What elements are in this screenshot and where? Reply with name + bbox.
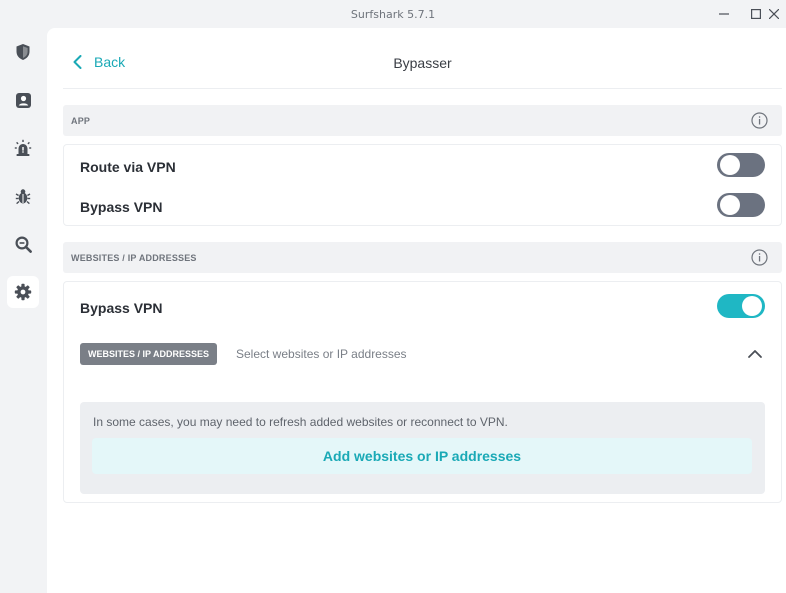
title-bar: Surfshark 5.7.1	[0, 0, 786, 28]
chevron-up-icon[interactable]	[747, 346, 763, 362]
sidebar	[0, 28, 47, 593]
route-via-vpn-label: Route via VPN	[80, 159, 176, 175]
gear-icon	[14, 283, 32, 301]
websites-type-chip[interactable]: WEBSITES / IP ADDRESSES	[80, 343, 218, 365]
info-icon[interactable]	[751, 249, 768, 266]
toggle-knob	[720, 195, 740, 215]
page-title: Bypasser	[393, 55, 452, 71]
shield-icon	[16, 44, 30, 60]
window-title: Surfshark 5.7.1	[350, 8, 436, 21]
close-button[interactable]	[764, 4, 784, 24]
websites-select-input[interactable]	[236, 345, 716, 363]
app-section-header: APP	[63, 105, 782, 136]
app-bypass-vpn-label: Bypass VPN	[80, 199, 163, 215]
sidebar-item-vpn[interactable]	[7, 36, 39, 68]
sidebar-item-settings[interactable]	[7, 276, 39, 308]
sidebar-item-alert[interactable]	[7, 132, 39, 164]
add-websites-button[interactable]: Add websites or IP addresses	[92, 438, 752, 474]
page-header: Back Bypasser	[63, 28, 782, 89]
websites-section-label: WEBSITES / IP ADDRESSES	[71, 253, 197, 263]
route-via-vpn-toggle[interactable]	[717, 153, 765, 177]
app-section-label: APP	[71, 116, 91, 126]
main-panel: Back Bypasser APP Route via VPN Bypass V…	[47, 28, 786, 593]
websites-bypass-vpn-toggle[interactable]	[717, 294, 765, 318]
sidebar-item-search[interactable]	[7, 228, 39, 260]
toggle-knob	[742, 296, 762, 316]
maximize-icon	[751, 9, 761, 19]
websites-bypass-vpn-label: Bypass VPN	[80, 300, 163, 316]
minimize-button[interactable]	[714, 4, 734, 24]
refresh-note: In some cases, you may need to refresh a…	[93, 415, 508, 429]
alert-icon	[14, 139, 32, 156]
toggle-knob	[720, 155, 740, 175]
sidebar-item-account[interactable]	[7, 84, 39, 116]
maximize-button[interactable]	[746, 4, 766, 24]
app-bypass-vpn-toggle[interactable]	[717, 193, 765, 217]
app-settings-card: Route via VPN Bypass VPN	[63, 144, 782, 226]
search-icon	[14, 235, 32, 253]
close-icon	[769, 9, 779, 19]
sidebar-item-antivirus[interactable]	[7, 180, 39, 212]
websites-settings-card: Bypass VPN WEBSITES / IP ADDRESSES In so…	[63, 281, 782, 503]
info-icon[interactable]	[751, 112, 768, 129]
websites-section-header: WEBSITES / IP ADDRESSES	[63, 242, 782, 273]
minimize-icon	[719, 13, 729, 15]
bug-icon	[15, 188, 31, 204]
person-icon	[15, 92, 31, 108]
websites-list-box: In some cases, you may need to refresh a…	[80, 402, 765, 494]
